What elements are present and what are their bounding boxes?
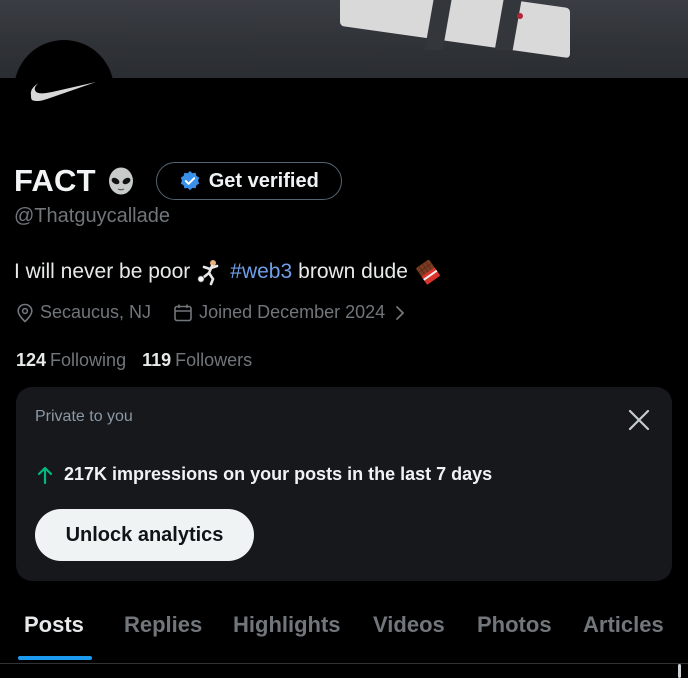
bio-text: I will never be poor xyxy=(14,260,191,283)
avatar[interactable] xyxy=(14,40,114,140)
tab-photos[interactable]: Photos xyxy=(477,612,552,638)
bio-text-2: brown dude xyxy=(298,260,408,283)
profile-meta: Secaucus, NJ Joined December 2024 xyxy=(16,302,405,323)
arrow-up-icon xyxy=(37,466,53,484)
following-link[interactable]: 124 Following xyxy=(16,350,126,371)
unlock-analytics-button[interactable]: Unlock analytics xyxy=(35,509,254,561)
hashtag-link[interactable]: #web3 xyxy=(230,260,292,284)
soccer-player-icon xyxy=(197,260,219,286)
card-title: Private to you xyxy=(35,408,133,425)
banner-shirt-print xyxy=(340,0,570,59)
alien-icon xyxy=(108,167,133,195)
profile-page: FACT Get verified @Thatguycallade I will… xyxy=(0,0,688,678)
tab-videos[interactable]: Videos xyxy=(373,612,445,638)
location: Secaucus, NJ xyxy=(16,302,151,323)
scrollbar[interactable] xyxy=(678,664,681,678)
location-pin-icon xyxy=(17,303,33,323)
chevron-right-icon xyxy=(396,305,405,320)
joined-date[interactable]: Joined December 2024 xyxy=(173,302,405,323)
location-text: Secaucus, NJ xyxy=(40,302,152,322)
tab-replies[interactable]: Replies xyxy=(124,612,202,638)
followers-count: 119 xyxy=(142,350,172,370)
followers-label: Followers xyxy=(175,350,253,370)
tab-posts[interactable]: Posts xyxy=(24,612,84,638)
swoosh-logo-icon xyxy=(30,82,96,102)
calendar-icon xyxy=(174,304,192,321)
user-handle: @Thatguycallade xyxy=(14,205,170,227)
bio: I will never be poor #web3 brown dude xyxy=(14,258,442,286)
impressions-summary: 217K impressions on your posts in the la… xyxy=(36,464,492,485)
get-verified-button[interactable]: Get verified xyxy=(155,162,342,200)
following-count: 124 xyxy=(16,350,47,370)
joined-text: Joined December 2024 xyxy=(199,302,386,322)
active-tab-indicator xyxy=(18,656,92,660)
profile-tabs: Posts Replies Highlights Videos Photos A… xyxy=(0,600,688,664)
get-verified-label: Get verified xyxy=(208,169,319,192)
display-name: FACT xyxy=(14,163,96,198)
tab-highlights[interactable]: Highlights xyxy=(233,612,341,638)
followers-link[interactable]: 119 Followers xyxy=(142,350,252,371)
private-analytics-card: Private to you 217K impressions on your … xyxy=(16,387,672,581)
chocolate-bar-icon xyxy=(416,259,440,285)
close-icon[interactable] xyxy=(626,407,652,433)
impressions-text: 217K impressions on your posts in the la… xyxy=(64,464,493,484)
tab-articles[interactable]: Articles xyxy=(583,612,664,638)
name-row: FACT Get verified xyxy=(14,160,342,202)
follow-counts: 124 Following 119 Followers xyxy=(16,350,252,371)
verified-badge-icon xyxy=(180,171,199,191)
following-label: Following xyxy=(50,350,127,370)
